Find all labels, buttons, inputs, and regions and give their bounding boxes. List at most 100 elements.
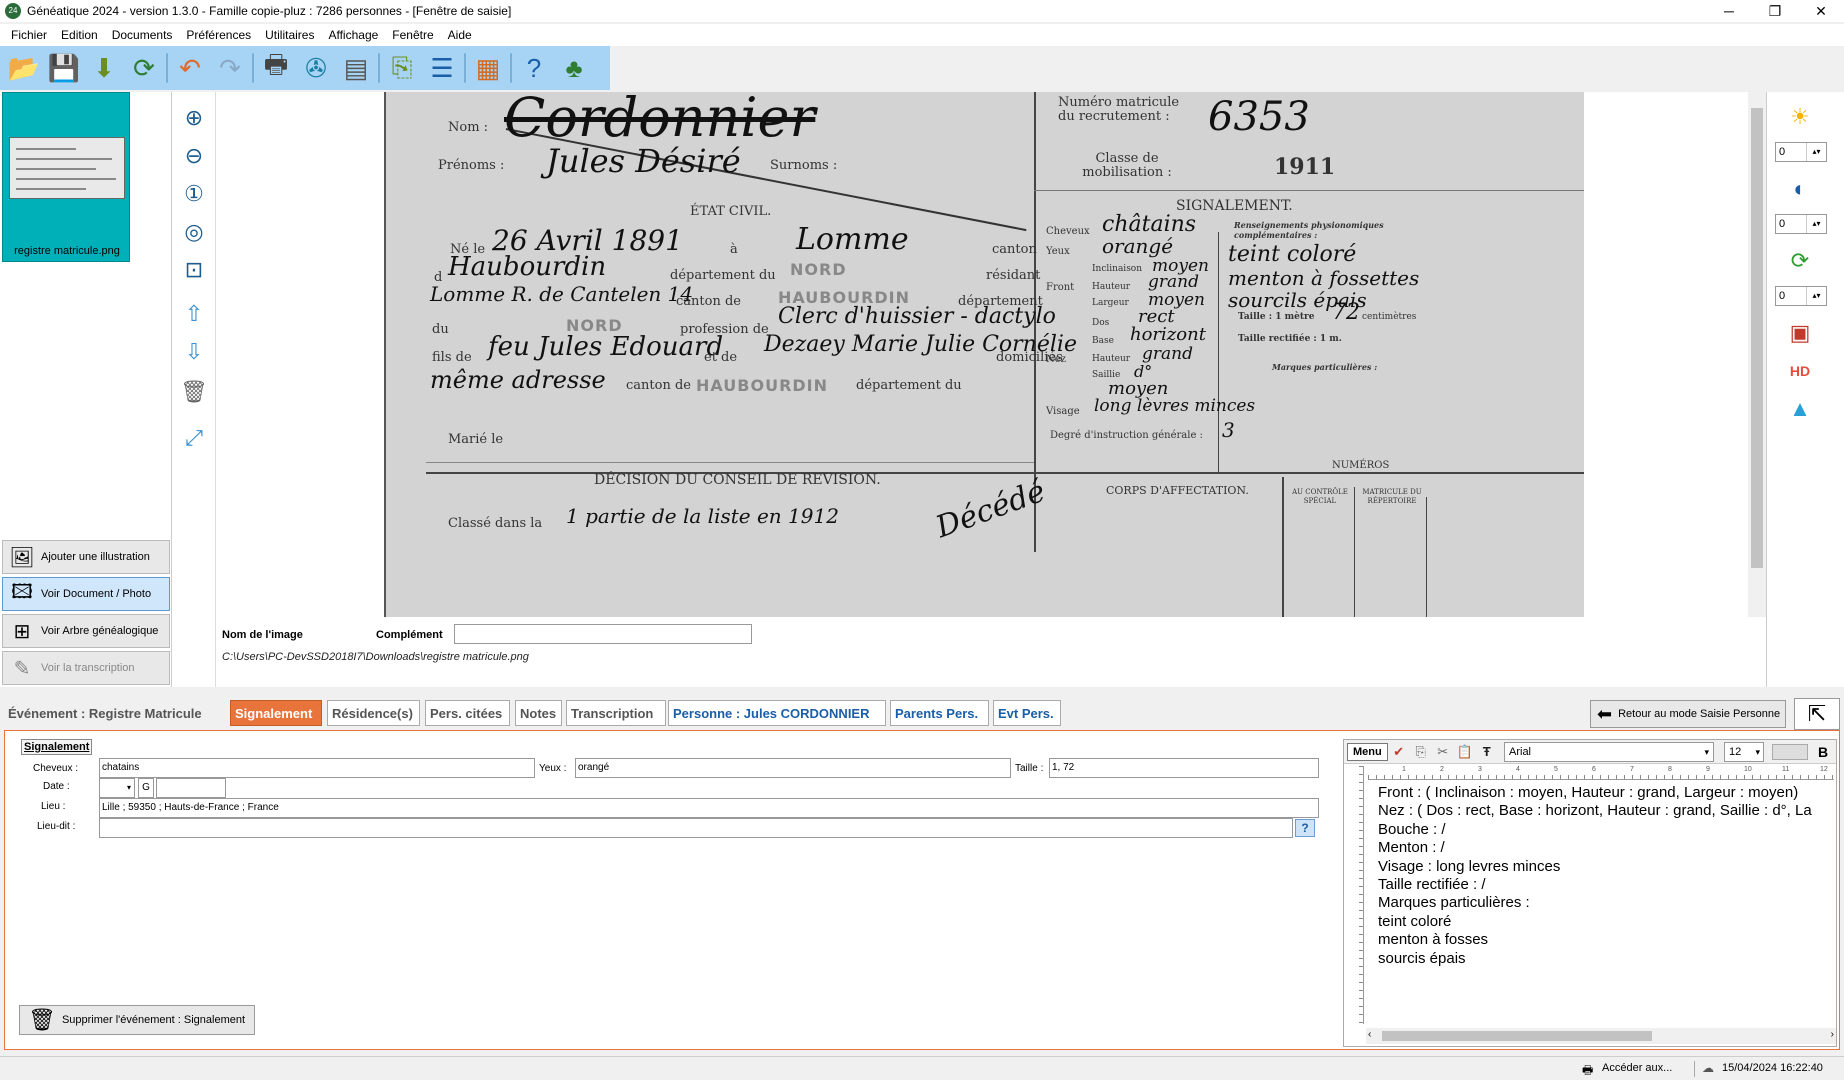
- image-enhance-icon[interactable]: ▲: [1783, 392, 1817, 426]
- spinner-arrows-icon[interactable]: ▴▾: [1806, 143, 1826, 161]
- viewer-scroll-thumb[interactable]: [1751, 108, 1763, 568]
- yeux-label: Yeux :: [539, 763, 567, 774]
- font-size-select[interactable]: 12 ▾: [1724, 742, 1764, 762]
- chevron-down-icon: ▾: [1755, 747, 1760, 757]
- print-icon[interactable]: 🖶: [258, 49, 294, 86]
- menu-documents[interactable]: Documents: [105, 28, 180, 42]
- spinner-arrows-icon[interactable]: ▴▾: [1806, 287, 1826, 305]
- help-icon[interactable]: ?: [516, 50, 552, 86]
- maximize-button[interactable]: ❐: [1752, 0, 1798, 22]
- menu-affichage[interactable]: Affichage: [321, 28, 385, 42]
- fullscreen-icon[interactable]: ⤢: [178, 422, 210, 454]
- bold-button[interactable]: B: [1814, 742, 1832, 762]
- import-icon[interactable]: ⬇: [86, 50, 122, 86]
- sync-icon[interactable]: ⟳: [126, 50, 162, 86]
- copy-icon[interactable]: ⎘: [1410, 744, 1432, 760]
- menu-aide[interactable]: Aide: [441, 28, 479, 42]
- doc-decision-title: DÉCISION DU CONSEIL DE REVISION.: [594, 472, 881, 488]
- arrow-down-icon[interactable]: ⇩: [178, 336, 210, 368]
- retour-saisie-button[interactable]: ⬅ Retour au mode Saisie Personne: [1590, 700, 1786, 728]
- zoom-search-icon[interactable]: ◎: [178, 216, 210, 248]
- grid-icon[interactable]: ▦: [470, 50, 506, 86]
- doc-classe-label: Classe de mobilisation :: [1082, 151, 1172, 180]
- scroll-left-icon[interactable]: ‹: [1368, 1029, 1371, 1040]
- menu-fenetre[interactable]: Fenêtre: [385, 28, 440, 42]
- open-folder-icon[interactable]: 📂: [6, 50, 42, 86]
- menu-utilitaires[interactable]: Utilitaires: [258, 28, 321, 42]
- hd-icon[interactable]: HD: [1783, 354, 1817, 388]
- lieudit-input[interactable]: [99, 818, 1293, 838]
- zoom-out-icon[interactable]: ⊖: [178, 140, 210, 172]
- editor-text-area[interactable]: Front : ( Inclinaison : moyen, Hauteur :…: [1378, 784, 1832, 1004]
- tab-evt-pers[interactable]: Evt Pers.: [993, 700, 1061, 726]
- export-icon[interactable]: ⎘: [384, 50, 420, 86]
- contrast-spinner[interactable]: 0 ▴▾: [1775, 214, 1827, 234]
- brightness-spinner[interactable]: 0 ▴▾: [1775, 142, 1827, 162]
- brightness-icon[interactable]: ☀: [1783, 100, 1817, 134]
- list-icon[interactable]: ☰: [424, 50, 460, 86]
- close-button[interactable]: ✕: [1798, 0, 1844, 22]
- rotation-spinner[interactable]: 0 ▴▾: [1775, 286, 1827, 306]
- taille-input[interactable]: 1, 72: [1049, 758, 1319, 778]
- complement-input[interactable]: [454, 624, 752, 644]
- paste-icon[interactable]: 📋: [1454, 744, 1476, 760]
- date-calendar-select[interactable]: G: [138, 778, 154, 798]
- printer-icon[interactable]: 🖶: [1582, 1061, 1593, 1080]
- rotate-icon[interactable]: ⟳: [1783, 244, 1817, 278]
- viewer-vertical-scrollbar[interactable]: [1748, 92, 1766, 617]
- trash-icon[interactable]: 🗑: [178, 376, 210, 408]
- spellcheck-icon[interactable]: ✔: [1388, 744, 1410, 760]
- contrast-icon[interactable]: ◐: [1783, 172, 1817, 206]
- arrow-up-icon[interactable]: ⇧: [178, 298, 210, 330]
- editor-line: Marques particulières :: [1378, 894, 1530, 912]
- tab-evenement[interactable]: Événement : Registre Matricule: [4, 700, 220, 726]
- help-question-icon[interactable]: ?: [1295, 819, 1315, 837]
- font-family-select[interactable]: Arial ▾: [1504, 742, 1714, 762]
- minimize-button[interactable]: ─: [1706, 0, 1752, 22]
- undo-icon[interactable]: ↶: [172, 50, 208, 86]
- save-icon[interactable]: 💾: [46, 50, 82, 86]
- lieu-input[interactable]: Lille ; 59350 ; Hauts-de-France ; France: [99, 798, 1319, 818]
- editor-menu-button[interactable]: Menu: [1347, 742, 1388, 761]
- thumbnail-item[interactable]: registre matricule.png: [2, 92, 130, 262]
- date-qualifier-select[interactable]: ▾: [99, 778, 135, 798]
- tab-transcription[interactable]: Transcription: [566, 700, 666, 726]
- menu-edition[interactable]: Edition: [54, 28, 105, 42]
- view-transcription-button[interactable]: ✎ Voir la transcription: [2, 651, 170, 685]
- menu-preferences[interactable]: Préférences: [179, 28, 258, 42]
- doc-corps-affectation: CORPS D'AFFECTATION.: [1106, 484, 1249, 497]
- tree-icon[interactable]: ♣: [556, 50, 592, 86]
- tab-personne[interactable]: Personne : Jules CORDONNIER: [668, 700, 886, 726]
- cut-icon[interactable]: ✂: [1432, 744, 1454, 760]
- delete-event-button[interactable]: 🗑 Supprimer l'événement : Signalement: [19, 1005, 255, 1035]
- tab-pers-citees[interactable]: Pers. citées: [425, 700, 510, 726]
- redo-icon[interactable]: ↷: [212, 50, 248, 86]
- menu-fichier[interactable]: Fichier: [4, 28, 54, 42]
- date-input[interactable]: [156, 778, 226, 798]
- zoom-fit-icon[interactable]: ⊡: [178, 254, 210, 286]
- text-style-icon[interactable]: [1772, 744, 1808, 760]
- zoom-in-icon[interactable]: ⊕: [178, 102, 210, 134]
- report-icon[interactable]: ▤: [338, 50, 374, 86]
- view-tree-button[interactable]: ⊞ Voir Arbre généalogique: [2, 614, 170, 648]
- histogram-icon[interactable]: ▣: [1783, 316, 1817, 350]
- signalement-form: Signalement Cheveux : chatains Yeux : or…: [4, 730, 1840, 1050]
- cheveux-input[interactable]: chatains: [99, 758, 535, 778]
- registry-document-image[interactable]: Nom : Cordonnier Prénoms : Jules Désiré …: [384, 92, 1584, 617]
- status-acceder[interactable]: Accéder aux...: [1602, 1062, 1672, 1074]
- view-document-button[interactable]: 🖾 Voir Document / Photo: [2, 577, 170, 611]
- tools-icon[interactable]: ✇: [298, 50, 334, 86]
- zoom-actual-icon[interactable]: ①: [178, 178, 210, 210]
- tab-notes[interactable]: Notes: [515, 700, 562, 726]
- tab-signalement[interactable]: Signalement: [230, 700, 322, 726]
- tab-residences[interactable]: Résidence(s): [327, 700, 420, 726]
- scroll-right-icon[interactable]: ›: [1831, 1029, 1834, 1040]
- add-illustration-button[interactable]: 🖼 Ajouter une illustration: [2, 540, 170, 574]
- yeux-input[interactable]: orangé: [575, 758, 1011, 778]
- tab-parents[interactable]: Parents Pers.: [890, 700, 989, 726]
- spinner-arrows-icon[interactable]: ▴▾: [1806, 215, 1826, 233]
- editor-horizontal-scrollbar[interactable]: ‹ ›: [1366, 1028, 1836, 1044]
- rotation-value: 0: [1779, 290, 1786, 302]
- editor-scroll-thumb[interactable]: [1382, 1031, 1652, 1041]
- popout-icon[interactable]: ⇱: [1794, 698, 1840, 730]
